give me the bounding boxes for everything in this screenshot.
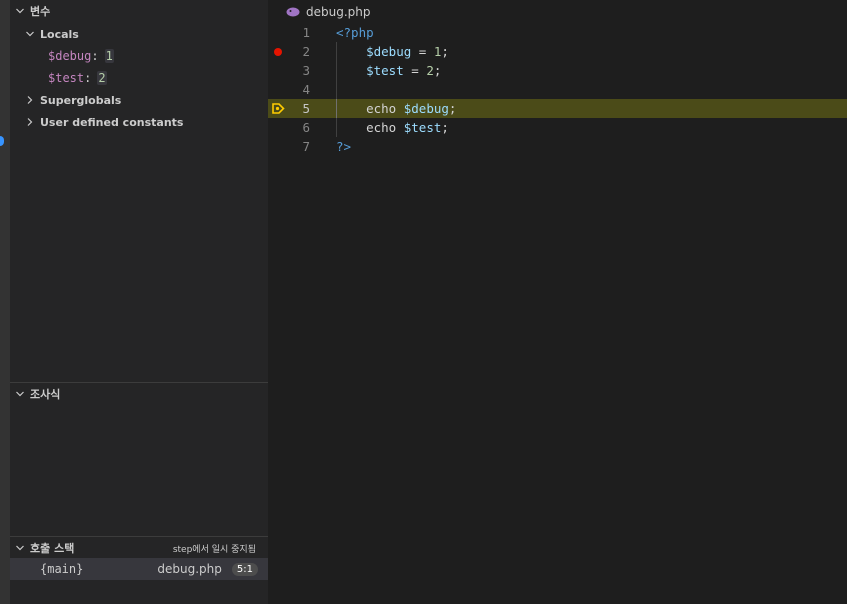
user-constants-label: User defined constants [40, 115, 184, 129]
chevron-down-icon [20, 29, 40, 39]
code-line[interactable]: 6 echo $test; [268, 118, 847, 137]
chevron-right-icon [20, 95, 40, 105]
code-editor[interactable]: debug.php 1 <?php 2 $debug = 1; 3 $test … [268, 0, 847, 604]
line-number: 1 [302, 25, 310, 40]
activity-indicator [0, 136, 4, 146]
variables-title: 변수 [30, 5, 51, 18]
php-close-tag: ?> [336, 139, 352, 154]
watch-title: 조사식 [30, 388, 61, 401]
watch-section-header[interactable]: 조사식 [10, 383, 268, 405]
variable-row-debug[interactable]: $debug : 1 [10, 45, 268, 67]
code-keyword: echo [366, 120, 404, 135]
line-number: 2 [302, 44, 310, 59]
variable-value[interactable]: 1 [104, 49, 114, 63]
variables-section-header[interactable]: 변수 [10, 0, 268, 22]
breadcrumb[interactable]: debug.php [286, 3, 371, 21]
code-keyword: echo [366, 101, 404, 116]
callstack-section-header[interactable]: 호출 스택 step에서 일시 중지됨 [10, 537, 268, 559]
locals-label: Locals [40, 27, 79, 41]
line-number: 5 [302, 101, 310, 116]
variable-row-test[interactable]: $test : 2 [10, 67, 268, 89]
tree-item-superglobals[interactable]: Superglobals [10, 89, 268, 111]
debug-sidebar: 변수 Locals $debug : 1 $test : 2 Superglob… [10, 0, 268, 604]
code-line[interactable]: 1 <?php [268, 23, 847, 42]
frame-function: {main} [40, 562, 84, 576]
code-line[interactable]: 3 $test = 2; [268, 61, 847, 80]
variable-name: $debug [48, 49, 92, 63]
line-number: 3 [302, 63, 310, 78]
breadcrumb-file[interactable]: debug.php [306, 5, 371, 19]
callstack-title: 호출 스택 [30, 542, 75, 555]
line-number: 7 [302, 139, 310, 154]
chevron-down-icon [10, 543, 30, 553]
tree-item-locals[interactable]: Locals [10, 23, 268, 45]
chevron-down-icon [10, 389, 30, 399]
callstack-status: step에서 일시 중지됨 [172, 544, 256, 555]
code-variable: $test [366, 63, 404, 78]
chevron-down-icon [10, 6, 30, 16]
activity-bar [0, 0, 10, 604]
chevron-right-icon [20, 117, 40, 127]
line-number: 4 [302, 82, 310, 97]
php-icon [286, 7, 300, 17]
line-number: 6 [302, 120, 310, 135]
variable-name: $test [48, 71, 85, 85]
code-line[interactable]: 2 $debug = 1; [268, 42, 847, 61]
code-line[interactable]: 7 ?> [268, 137, 847, 156]
code-variable: $test [403, 120, 442, 135]
code-variable: $debug [403, 101, 449, 116]
current-code-line[interactable]: 5 echo $debug; [268, 99, 847, 118]
frame-file: debug.php [157, 562, 222, 576]
code-variable: $debug [366, 44, 412, 59]
code-line[interactable]: 4 [268, 80, 847, 99]
callstack-frame[interactable]: {main} debug.php 5:1 [10, 558, 268, 580]
variable-value[interactable]: 2 [97, 71, 107, 85]
tree-item-user-constants[interactable]: User defined constants [10, 111, 268, 133]
frame-position-badge: 5:1 [231, 562, 258, 576]
php-open-tag: <?php [336, 25, 374, 40]
superglobals-label: Superglobals [40, 93, 122, 107]
